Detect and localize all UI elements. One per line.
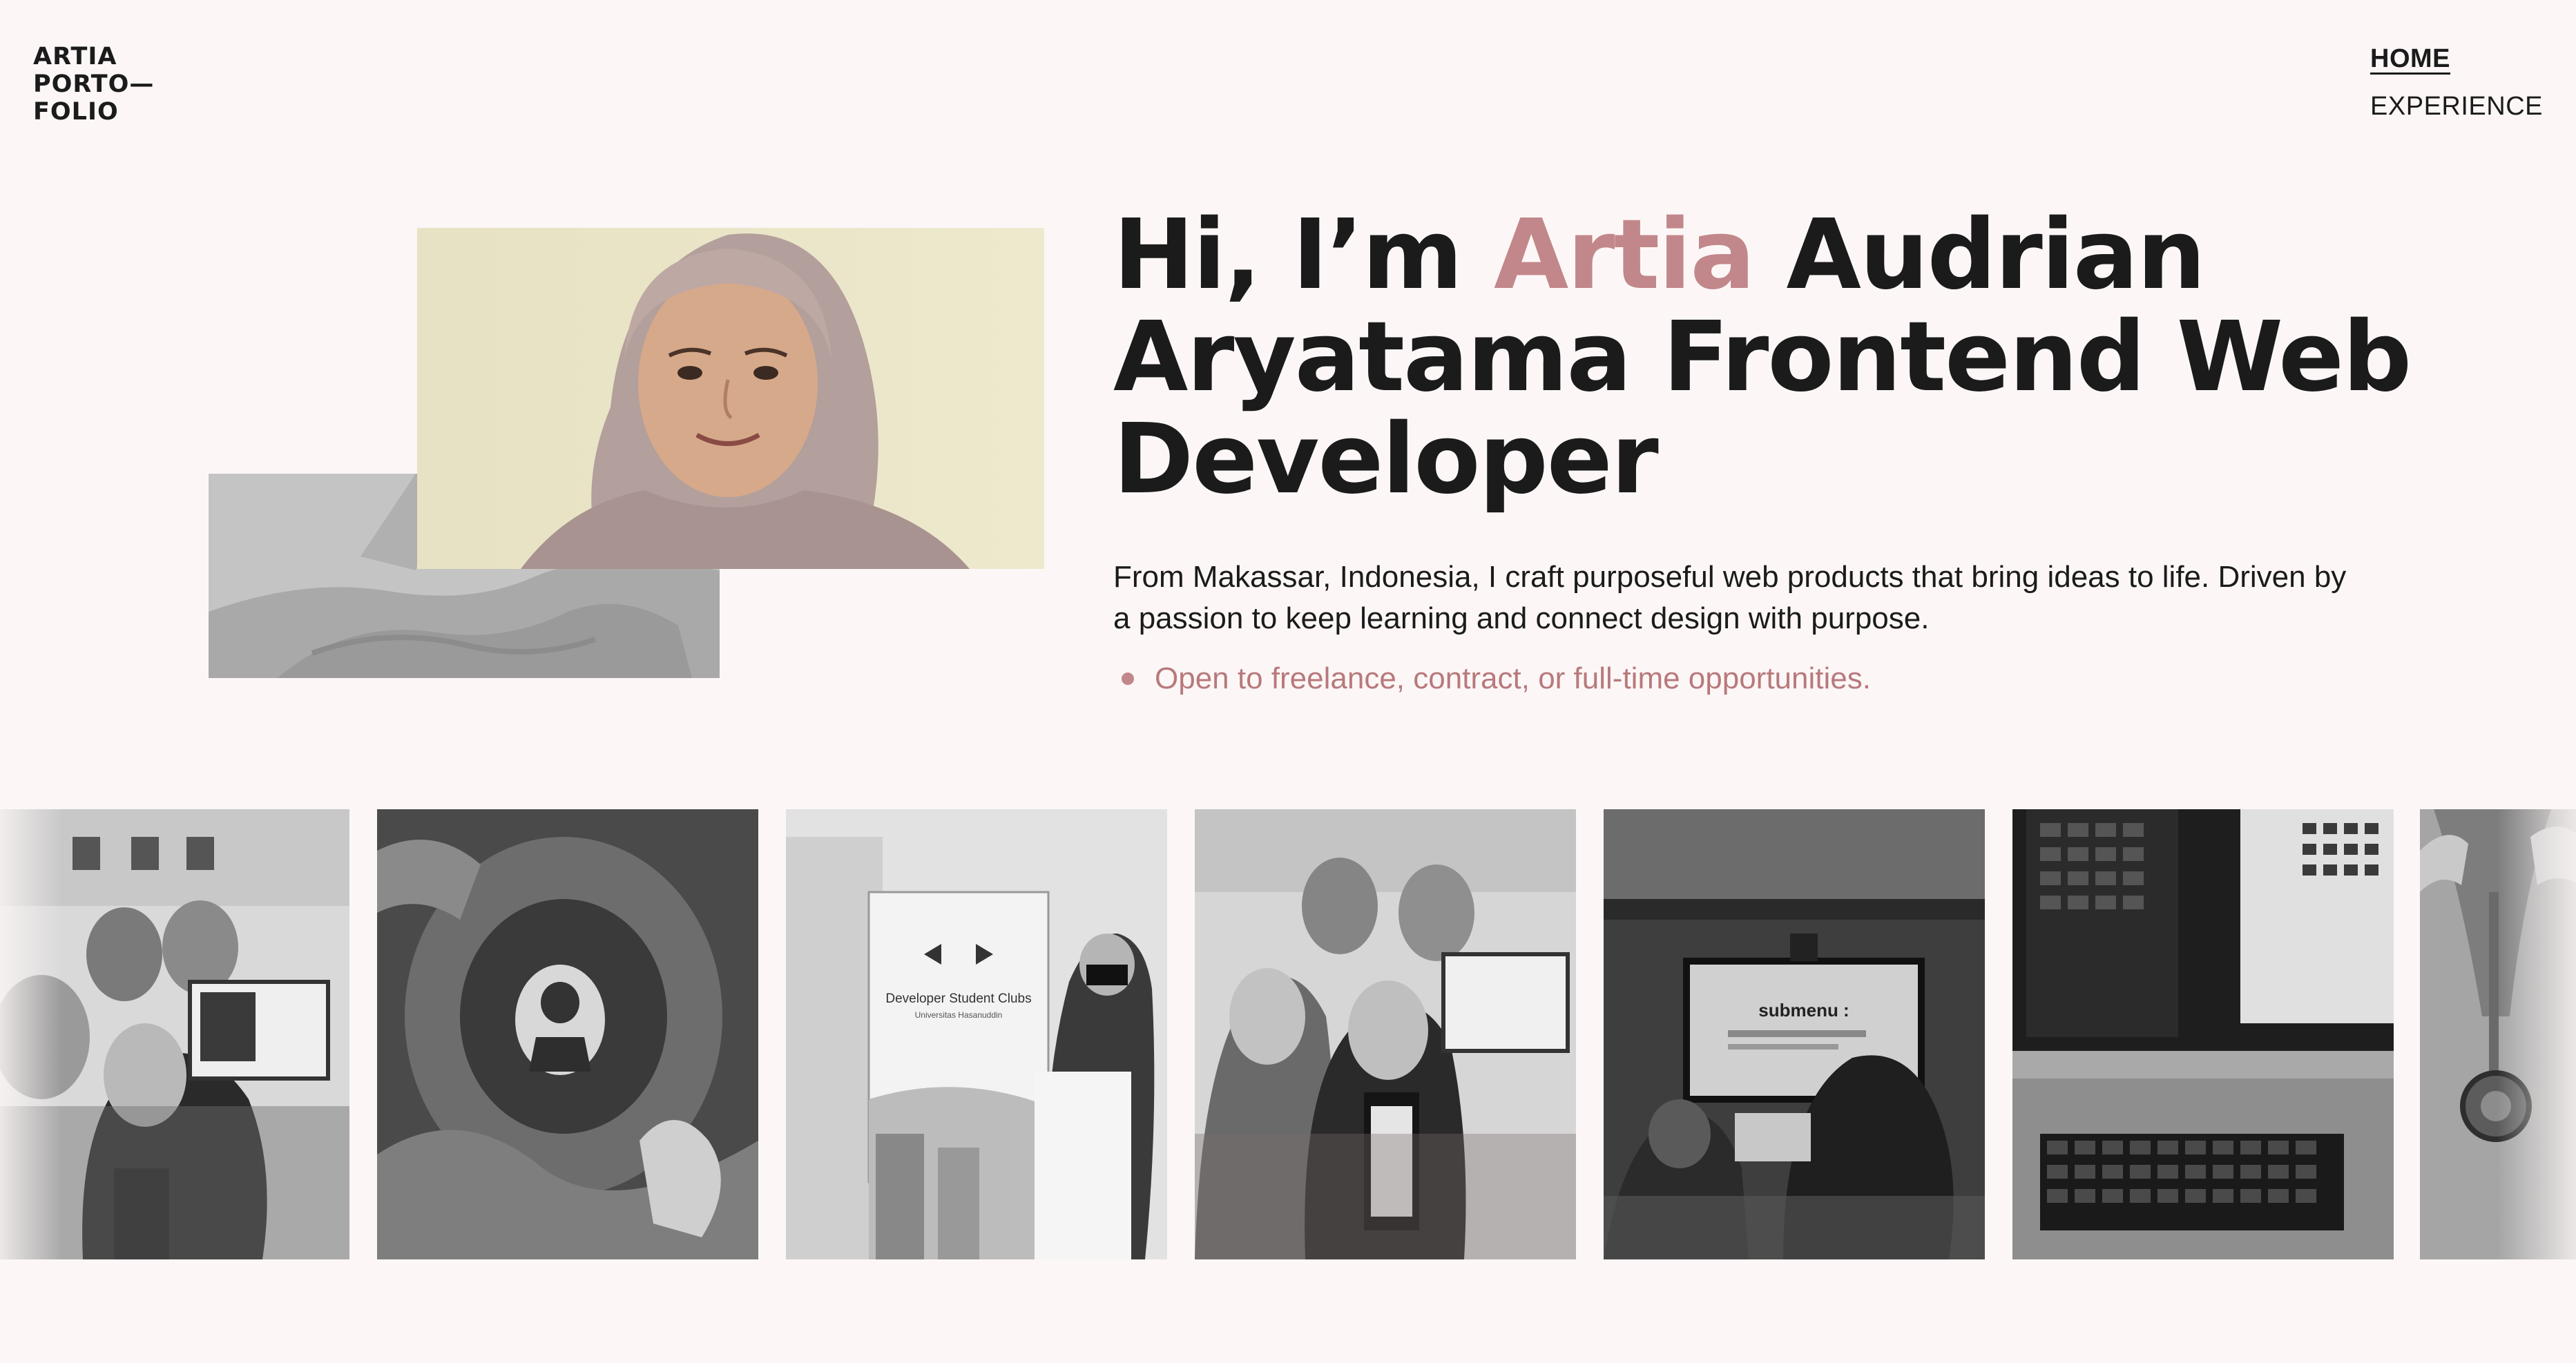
hero-portrait-photo [417, 228, 1044, 569]
dsc-banner-title: Developer Student Clubs [885, 992, 1031, 1006]
status-dot-icon [1122, 673, 1134, 685]
availability-status: Open to freelance, contract, or full-tim… [1113, 661, 1871, 696]
gallery-photo-1 [0, 809, 349, 1259]
nav-experience-link[interactable]: EXPERIENCE [2370, 92, 2543, 122]
gallery-photo-3: Developer Student Clubs Universitas Hasa… [786, 809, 1167, 1259]
headline-prefix: Hi, I’m [1113, 199, 1494, 311]
logo-line-2: PORTO— [33, 70, 155, 98]
logo-line-1: ARTIA [33, 43, 117, 70]
logo-line-3: FOLIO [33, 98, 119, 126]
hero-intro-text: From Makassar, Indonesia, I craft purpos… [1113, 560, 2347, 635]
headline-accent-name: Artia [1493, 199, 1756, 311]
gallery-photo-2 [377, 809, 758, 1259]
screen-text: submenu : [1758, 1000, 1849, 1021]
dsc-banner-subtitle: Universitas Hasanuddin [915, 1010, 1003, 1020]
main-nav: HOME EXPERIENCE [2370, 44, 2543, 139]
hero-headline: Hi, I’m Artia Audrian Aryatama Frontend … [1113, 204, 2425, 511]
nav-home-link[interactable]: HOME [2370, 44, 2543, 74]
gallery-photo-4 [1195, 809, 1576, 1259]
gallery-photo-5: submenu : [1604, 809, 1985, 1259]
gallery-photo-7 [2420, 809, 2576, 1259]
availability-text: Open to freelance, contract, or full-tim… [1155, 661, 1871, 695]
site-logo[interactable]: ARTIA PORTO— FOLIO [33, 43, 154, 126]
gallery-photo-6 [2012, 809, 2394, 1259]
photo-gallery: Developer Student Clubs Universitas Hasa… [0, 809, 2576, 1259]
